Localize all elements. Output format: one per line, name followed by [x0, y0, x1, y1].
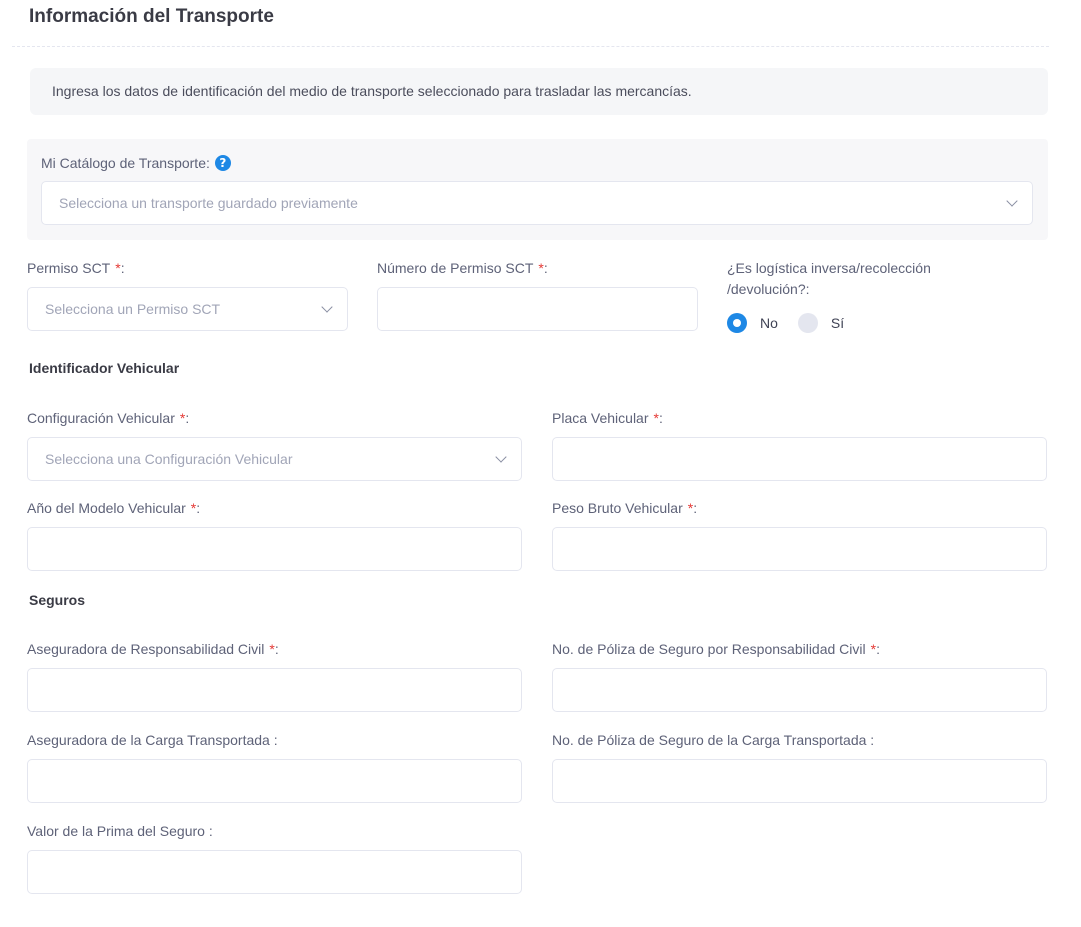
- radio-si[interactable]: [797, 313, 818, 333]
- poliza-rc-input[interactable]: [552, 668, 1047, 712]
- configuracion-vehicular-placeholder: Selecciona una Configuración Vehicular: [45, 451, 293, 467]
- transport-catalog-select[interactable]: Selecciona un transporte guardado previa…: [41, 181, 1033, 225]
- prima-seguro-label: Valor de la Prima del Seguro :: [27, 823, 213, 839]
- anio-modelo-label: Año del Modelo Vehicular *:: [27, 500, 201, 516]
- numero-permiso-input[interactable]: [377, 287, 698, 331]
- aseguradora-rc-label: Aseguradora de Responsabilidad Civil *:: [27, 641, 279, 657]
- peso-bruto-input[interactable]: [552, 527, 1047, 571]
- chevron-down-icon: [495, 451, 507, 463]
- poliza-rc-label: No. de Póliza de Seguro por Responsabili…: [552, 641, 880, 657]
- catalog-label-text: Mi Catálogo de Transporte:: [41, 155, 210, 171]
- numero-permiso-label: Número de Permiso SCT *:: [377, 260, 548, 276]
- permiso-sct-placeholder: Selecciona un Permiso SCT: [45, 301, 221, 317]
- help-icon[interactable]: ?: [214, 155, 231, 171]
- aseguradora-carga-input[interactable]: [27, 759, 522, 803]
- aseguradora-rc-input[interactable]: [27, 668, 522, 712]
- logistica-inversa-radio-group: No Sí: [727, 313, 864, 333]
- radio-si-label[interactable]: Sí: [831, 315, 844, 331]
- configuracion-vehicular-select[interactable]: Selecciona una Configuración Vehicular: [27, 437, 522, 481]
- permiso-sct-label: Permiso SCT *:: [27, 260, 125, 276]
- aseguradora-carga-label: Aseguradora de la Carga Transportada :: [27, 732, 278, 748]
- poliza-carga-input[interactable]: [552, 759, 1047, 803]
- radio-no[interactable]: [727, 313, 747, 333]
- catalog-label: Mi Catálogo de Transporte: ?: [41, 155, 231, 171]
- page-title: Información del Transporte: [29, 6, 274, 27]
- placa-vehicular-input[interactable]: [552, 437, 1047, 481]
- transport-catalog-panel: Mi Catálogo de Transporte: ? Selecciona …: [27, 139, 1048, 240]
- transport-catalog-placeholder: Selecciona un transporte guardado previa…: [59, 195, 358, 211]
- chevron-down-icon: [1006, 195, 1018, 207]
- title-divider: [12, 46, 1049, 47]
- radio-no-label[interactable]: No: [760, 315, 778, 331]
- seguros-title: Seguros: [29, 592, 86, 608]
- chevron-down-icon: [321, 301, 333, 313]
- logistica-inversa-label: ¿Es logística inversa/recolección /devol…: [727, 260, 931, 297]
- anio-modelo-input[interactable]: [27, 527, 522, 571]
- placa-vehicular-label: Placa Vehicular *:: [552, 410, 663, 426]
- poliza-carga-label: No. de Póliza de Seguro de la Carga Tran…: [552, 732, 875, 748]
- info-notice: Ingresa los datos de identificación del …: [30, 68, 1048, 115]
- configuracion-vehicular-label: Configuración Vehicular *:: [27, 410, 190, 426]
- prima-seguro-input[interactable]: [27, 850, 522, 894]
- peso-bruto-label: Peso Bruto Vehicular *:: [552, 500, 698, 516]
- identificador-vehicular-title: Identificador Vehicular: [29, 360, 180, 376]
- permiso-sct-select[interactable]: Selecciona un Permiso SCT: [27, 287, 348, 331]
